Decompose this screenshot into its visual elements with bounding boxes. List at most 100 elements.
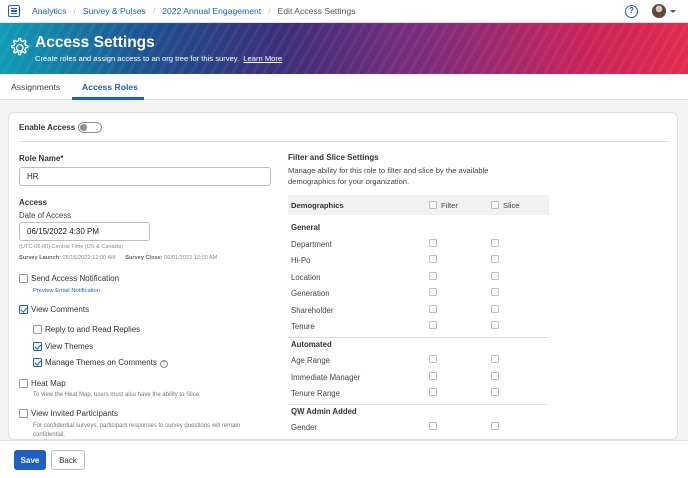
role-name-label: Role Name* [19,154,64,163]
chevron-down-icon[interactable] [670,10,676,13]
page-subtitle: Create roles and assign access to an org… [35,54,282,63]
divider [19,141,669,142]
filter-checkbox[interactable] [429,388,437,396]
send-notification-checkbox[interactable] [19,274,28,283]
filter-checkbox[interactable] [429,304,437,313]
breadcrumb-current: Edit Access Settings [277,6,356,16]
demographic-group-header: General [291,223,321,232]
view-themes-label: View Themes [45,342,94,351]
demographic-row-label: Immediate Manager [291,372,361,382]
slice-checkbox[interactable] [491,304,499,313]
demographic-group-header: QW Admin Added [291,406,357,416]
manage-themes-checkbox[interactable] [33,358,42,367]
role-name-input[interactable]: HR [19,167,271,186]
heat-map-label: Heat Map [31,379,66,388]
top-nav: Analytics / Survey & Pulses / 2022 Annua… [0,0,688,23]
demographic-row-label: Department [291,239,332,249]
tab-bar: Assignments Access Roles [0,74,688,100]
filter-checkbox[interactable] [429,422,437,430]
back-button[interactable]: Back [51,450,85,470]
enable-access-label: Enable Access [19,123,76,132]
demographic-row-label: Location [291,272,321,282]
timezone-text: (UTC-06:00) Central Time (US & Canada) [19,244,123,250]
invited-participants-help: For confidential surveys, participant re… [33,423,241,438]
breadcrumb-survey-pulses[interactable]: Survey & Pulses [83,6,146,16]
slice-checkbox[interactable] [491,371,499,380]
demographic-row-label: Age Range [291,356,331,365]
breadcrumb-separator: / [73,6,76,16]
learn-more-link[interactable]: Learn More [243,54,282,63]
filter-slice-title: Filter and Slice Settings [288,153,379,162]
reply-label: Reply to and Read Replies [45,325,141,334]
group-divider [288,403,549,405]
access-heading: Access [19,198,48,207]
reply-checkbox[interactable] [33,325,42,334]
slice-checkbox[interactable] [491,321,499,329]
col-demographics: Demographics [291,201,344,210]
breadcrumb-separator: / [268,6,271,16]
breadcrumb-annual-engagement[interactable]: 2022 Annual Engagement [162,6,261,16]
filter-all-checkbox[interactable] [429,201,437,209]
avatar[interactable] [652,4,666,18]
slice-checkbox[interactable] [491,238,499,247]
demographic-row-label: Generation [291,289,330,298]
col-filter: Filter [441,201,458,210]
demographic-row-label: Gender [291,423,318,432]
slice-checkbox[interactable] [491,355,499,363]
invited-participants-checkbox[interactable] [19,409,28,418]
slice-checkbox[interactable] [491,271,499,280]
slice-all-checkbox[interactable] [491,201,499,209]
filter-checkbox[interactable] [429,371,437,380]
demographic-row-label: Tenure [291,322,315,331]
demographics-table-header: Demographics Filter Slice [288,195,549,215]
filter-checkbox[interactable] [429,288,437,296]
group-divider [288,336,549,338]
manage-themes-option: Manage Themes on Comments? [45,358,168,368]
demographic-row-label: Shareholder [291,305,334,315]
filter-checkbox[interactable] [429,321,437,329]
breadcrumb-analytics[interactable]: Analytics [32,6,66,16]
info-icon[interactable]: ? [159,360,168,368]
gear-icon [11,37,29,56]
send-notification-label: Send Access Notification [31,274,120,283]
survey-launch-value: 05/16/2022 12:00 AM [62,255,116,261]
view-comments-checkbox[interactable] [19,305,28,314]
filter-checkbox[interactable] [429,271,437,280]
page-banner: Access Settings Create roles and assign … [0,23,688,74]
tab-assignments[interactable]: Assignments [11,82,60,92]
view-comments-label: View Comments [31,305,90,314]
toggle-knob [80,124,87,131]
heat-map-checkbox[interactable] [19,379,28,388]
filter-slice-description: Manage ability for this role to filter a… [288,166,489,186]
save-button[interactable]: Save [14,450,46,470]
access-role-card: Enable Access Role Name* HR Access Date … [8,112,678,440]
heat-map-help: To view the Heat Map, users must also ha… [33,392,200,398]
preview-email-link[interactable]: Preview Email Notification [33,288,100,294]
footer-bar: Save Back [0,440,688,478]
slice-checkbox[interactable] [491,255,499,263]
tab-access-roles[interactable]: Access Roles [82,82,138,92]
slice-checkbox[interactable] [491,422,499,430]
filter-checkbox[interactable] [429,355,437,363]
date-of-access-input[interactable]: 06/15/2022 4:30 PM [19,222,150,241]
menu-icon[interactable] [8,5,20,17]
survey-close-value: 06/01/2022 12:00 AM [164,255,218,261]
slice-checkbox[interactable] [491,288,499,296]
enable-access-toggle[interactable] [78,122,102,133]
manage-themes-label: Manage Themes on Comments [45,358,157,367]
survey-launch-label: Survey Launch: [19,255,61,261]
col-slice: Slice [503,201,520,210]
filter-checkbox[interactable] [429,255,437,263]
view-themes-checkbox[interactable] [33,342,42,351]
breadcrumb: Analytics / Survey & Pulses / 2022 Annua… [32,6,355,16]
date-of-access-label: Date of Access [19,211,72,220]
demographic-row-label: Tenure Range [291,389,340,398]
filter-checkbox[interactable] [429,238,437,247]
breadcrumb-separator: / [152,6,156,16]
page-title: Access Settings [35,34,155,51]
demographic-row-label: Hi-Po [291,256,311,265]
page-subtitle-text: Create roles and assign access to an org… [35,54,240,63]
help-icon[interactable]: ? [625,5,638,18]
slice-checkbox[interactable] [491,388,499,396]
invited-participants-label: View Invited Participants [31,409,119,418]
